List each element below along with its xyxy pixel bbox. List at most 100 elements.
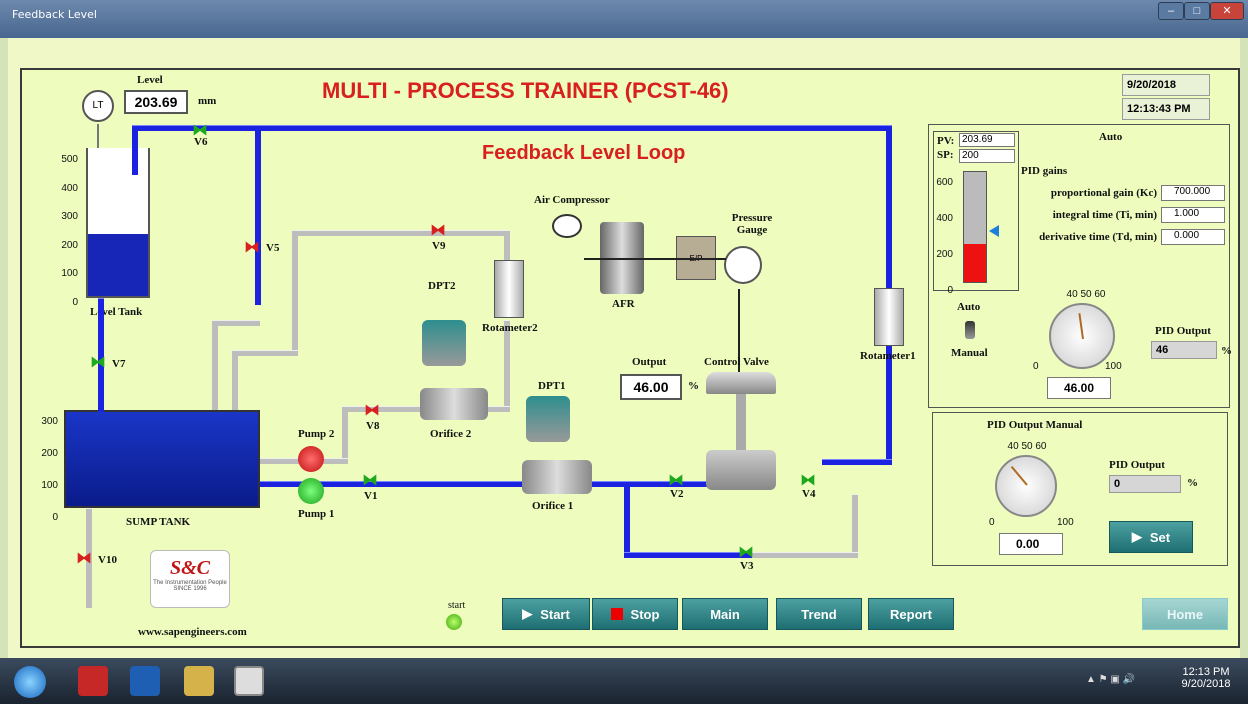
level-tank (86, 148, 150, 298)
level-tank-fill (88, 234, 148, 296)
valve-v9-icon[interactable]: ⧓ (430, 220, 446, 240)
pid-knob[interactable] (1049, 303, 1115, 369)
kc-input[interactable]: 700.000 (1161, 185, 1225, 201)
ti-label: integral time (Ti, min) (1052, 209, 1157, 221)
mode-title: Auto (1099, 131, 1123, 143)
manual-pid-output-label: PID Output (1109, 459, 1165, 471)
sump-tank-label: SUMP TANK (126, 516, 191, 528)
grey-pipe-2 (232, 350, 298, 356)
pump2-label: Pump 2 (298, 428, 335, 440)
play-icon: ▶ (1131, 529, 1142, 544)
tray-icons[interactable]: ▲ ⚑ ▣ 🔊 (1086, 674, 1135, 685)
rotameter2-label: Rotameter2 (482, 322, 538, 334)
pump2-icon[interactable] (298, 446, 324, 472)
kc-label: proportional gain (Kc) (1050, 187, 1157, 199)
pv-label: PV: (937, 135, 955, 147)
valve-v10-label: V10 (98, 554, 117, 566)
start-button[interactable]: ▶ Start (502, 598, 590, 630)
valve-v4-icon[interactable]: ⧓ (800, 470, 816, 490)
start-menu-icon[interactable] (14, 666, 46, 698)
grey-pipe-1 (292, 230, 298, 350)
word-app-icon[interactable] (130, 666, 160, 696)
pid-knob-input[interactable]: 46.00 (1047, 377, 1111, 399)
valve-v3-icon[interactable]: ⧓ (738, 542, 754, 562)
website-link[interactable]: www.sapengineers.com (138, 626, 247, 638)
manual-knob[interactable] (995, 455, 1057, 517)
top-return-pipe (132, 125, 892, 131)
taskbar-date: 9/20/2018 (1181, 678, 1231, 690)
sp-value[interactable]: 200 (959, 149, 1015, 163)
valve-v2-label: V2 (670, 488, 684, 500)
valve-v3-label: V3 (740, 560, 754, 572)
output-value: 46.00 (620, 374, 682, 400)
valve-v10-icon[interactable]: ⧓ (76, 548, 92, 568)
file-explorer-icon[interactable] (184, 666, 214, 696)
switch-manual-label: Manual (951, 347, 988, 359)
stop-icon (610, 608, 623, 620)
set-button[interactable]: ▶ Set (1109, 521, 1193, 553)
start-label: Start (540, 606, 570, 622)
air-compressor-icon (552, 214, 582, 238)
pressure-gauge-label: Pressure Gauge (731, 212, 773, 236)
td-input[interactable]: 0.000 (1161, 229, 1225, 245)
valve-v5-icon[interactable]: ⧓ (244, 237, 260, 257)
output-unit: % (688, 380, 699, 392)
v4-pipe (822, 459, 892, 465)
valve-v8-icon[interactable]: ⧓ (364, 400, 380, 420)
play-icon: ▶ (522, 606, 533, 621)
pump1-label: Pump 1 (298, 508, 335, 520)
valve-v2-icon[interactable]: ⧓ (668, 470, 684, 490)
pressure-gauge-icon (724, 246, 762, 284)
pid-knob-tick-100: 100 (1105, 361, 1122, 372)
pid-auto-panel: PV: 203.69 SP: 200 600 400 200 0 Auto PID g… (928, 124, 1232, 408)
report-button[interactable]: Report (868, 598, 954, 630)
stop-button[interactable]: Stop (592, 598, 678, 630)
pump1-icon[interactable] (298, 478, 324, 504)
pid-knob-ticks: 40 50 60 (1066, 289, 1106, 300)
sump-tank (64, 410, 260, 508)
pid-output-unit: % (1221, 345, 1232, 357)
valve-v1-label: V1 (364, 490, 378, 502)
pv-bar-fill (964, 244, 986, 282)
valve-v1-icon[interactable]: ⧓ (362, 470, 378, 490)
orifice2-icon (420, 388, 488, 420)
close-button[interactable]: ✕ (1210, 2, 1244, 20)
date-display: 9/20/2018 (1122, 74, 1210, 96)
maximize-button[interactable]: □ (1184, 2, 1210, 20)
trend-button[interactable]: Trend (776, 598, 862, 630)
manual-panel-title: PID Output Manual (987, 419, 1083, 431)
pv-value: 203.69 (959, 133, 1015, 147)
valve-v9-label: V9 (432, 240, 446, 252)
air-compressor-label: Air Compressor (534, 194, 610, 206)
pump1-pipe (260, 481, 730, 487)
sp-pointer-icon[interactable] (989, 225, 999, 237)
main-button[interactable]: Main (682, 598, 768, 630)
ti-input[interactable]: 1.000 (1161, 207, 1225, 223)
trend-label: Trend (801, 606, 837, 622)
valve-v7-label: V7 (112, 358, 126, 370)
rotameter1-icon (874, 288, 904, 346)
dpt2-icon (422, 320, 466, 366)
report-label: Report (890, 606, 932, 622)
valve-v6-label: V6 (194, 136, 208, 148)
taskbar-clock[interactable]: 12:13 PM 9/20/2018 (1176, 666, 1236, 690)
control-valve-label: Control Valve (704, 356, 769, 368)
level-unit: mm (198, 95, 217, 107)
auto-manual-toggle[interactable] (965, 321, 975, 339)
output-label: Output (632, 356, 667, 368)
minimize-button[interactable]: – (1158, 2, 1184, 20)
manual-knob-tick-100: 100 (1057, 517, 1074, 528)
window-titlebar: Feedback Level – □ ✕ (0, 0, 1248, 38)
orifice1-icon (522, 460, 592, 494)
orifice1-label: Orifice 1 (532, 500, 574, 512)
stop-label: Stop (630, 606, 660, 622)
home-button[interactable]: Home (1142, 598, 1228, 630)
bypass-down-pipe (624, 481, 630, 557)
pdf-app-icon[interactable] (78, 666, 108, 696)
td-label: derivative time (Td, min) (1039, 231, 1157, 243)
manual-knob-input[interactable]: 0.00 (999, 533, 1063, 555)
logo-text: S&C (169, 557, 211, 579)
labview-app-icon[interactable] (234, 666, 264, 696)
valve-v7-icon[interactable]: ⧓ (90, 352, 106, 372)
pid-knob-tick-0: 0 (1033, 361, 1039, 372)
